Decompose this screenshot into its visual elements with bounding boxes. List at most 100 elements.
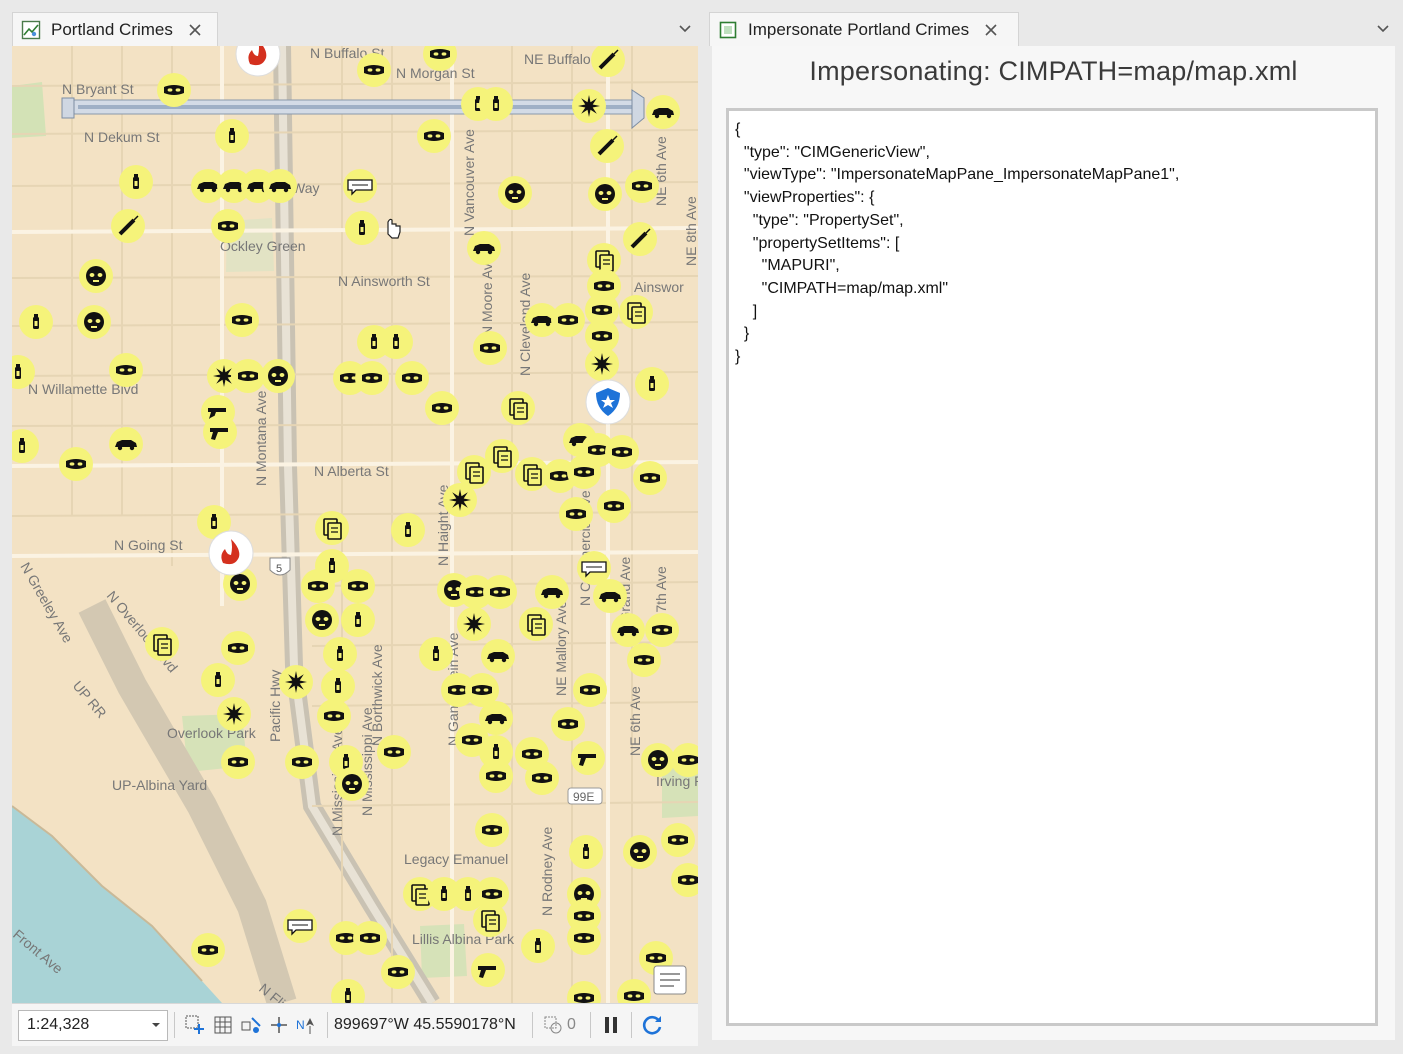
theft-mask-icon[interactable]: [417, 119, 451, 153]
police-station-icon[interactable]: [585, 379, 631, 425]
theft-mask-icon[interactable]: [285, 745, 319, 779]
theft-mask-icon[interactable]: [559, 497, 593, 531]
theft-mask-icon[interactable]: [191, 933, 225, 967]
theft-mask-icon[interactable]: [425, 391, 459, 425]
document-icon[interactable]: [473, 903, 507, 937]
document-icon[interactable]: [519, 607, 553, 641]
car-icon[interactable]: [646, 95, 680, 129]
car-icon[interactable]: [611, 613, 645, 647]
car-icon[interactable]: [535, 575, 569, 609]
burst-icon[interactable]: [279, 665, 313, 699]
theft-mask-icon[interactable]: [377, 735, 411, 769]
theft-mask-icon[interactable]: [573, 673, 607, 707]
pause-icon[interactable]: [597, 1011, 625, 1039]
theft-mask-icon[interactable]: [59, 447, 93, 481]
burst-icon[interactable]: [585, 347, 619, 381]
spray-can-icon[interactable]: [119, 165, 153, 199]
theft-mask-icon[interactable]: [567, 921, 601, 955]
assault-face-icon[interactable]: [79, 259, 113, 293]
burst-icon[interactable]: [443, 483, 477, 517]
theft-mask-icon[interactable]: [221, 745, 255, 779]
legend-icon[interactable]: [653, 965, 687, 995]
theft-mask-icon[interactable]: [627, 643, 661, 677]
crosshair-icon[interactable]: [265, 1011, 293, 1039]
spray-can-icon[interactable]: [479, 87, 513, 121]
spray-can-icon[interactable]: [419, 637, 453, 671]
fire-station-icon[interactable]: [208, 530, 254, 576]
burst-icon[interactable]: [457, 607, 491, 641]
theft-mask-icon[interactable]: [475, 813, 509, 847]
car-icon[interactable]: [109, 427, 143, 461]
map-svg[interactable]: N Buffalo St NE Buffalo N Morgan St N Br…: [12, 46, 698, 1003]
scale-dropdown[interactable]: 1:24,328: [18, 1009, 168, 1041]
assault-face-icon[interactable]: [588, 177, 622, 211]
theft-mask-icon[interactable]: [357, 53, 391, 87]
document-icon[interactable]: [315, 511, 349, 545]
theft-mask-icon[interactable]: [211, 209, 245, 243]
theft-mask-icon[interactable]: [381, 955, 415, 989]
theft-mask-icon[interactable]: [483, 575, 517, 609]
slider-start-handle[interactable]: [61, 97, 75, 119]
theft-mask-icon[interactable]: [597, 489, 631, 523]
theft-mask-icon[interactable]: [395, 361, 429, 395]
spray-can-icon[interactable]: [391, 513, 425, 547]
car-icon[interactable]: [263, 169, 297, 203]
theft-mask-icon[interactable]: [625, 169, 659, 203]
spray-can-icon[interactable]: [201, 663, 235, 697]
selection-icon[interactable]: [539, 1011, 567, 1039]
assault-face-icon[interactable]: [623, 835, 657, 869]
burst-icon[interactable]: [572, 89, 606, 123]
snapping-icon[interactable]: [237, 1011, 265, 1039]
theft-mask-icon[interactable]: [661, 823, 695, 857]
theft-mask-icon[interactable]: [353, 921, 387, 955]
chevron-down-icon[interactable]: [676, 20, 694, 38]
burst-icon[interactable]: [217, 697, 251, 731]
theft-mask-icon[interactable]: [301, 569, 335, 603]
spray-can-icon[interactable]: [569, 835, 603, 869]
tab-impersonate-portland-crimes[interactable]: Impersonate Portland Crimes: [709, 12, 1019, 46]
theft-mask-icon[interactable]: [157, 73, 191, 107]
spray-can-icon[interactable]: [323, 637, 357, 671]
car-icon[interactable]: [481, 639, 515, 673]
theft-mask-icon[interactable]: [109, 353, 143, 387]
spray-can-icon[interactable]: [215, 119, 249, 153]
document-icon[interactable]: [619, 295, 653, 329]
theft-mask-icon[interactable]: [317, 699, 351, 733]
theft-mask-icon[interactable]: [225, 303, 259, 337]
add-graphic-icon[interactable]: [181, 1011, 209, 1039]
map-canvas[interactable]: N Buffalo St NE Buffalo N Morgan St N Br…: [12, 46, 698, 1046]
close-icon[interactable]: [981, 20, 1001, 40]
spray-can-icon[interactable]: [635, 367, 669, 401]
car-icon[interactable]: [593, 579, 627, 613]
spray-can-icon[interactable]: [379, 325, 413, 359]
assault-face-icon[interactable]: [335, 767, 369, 801]
theft-mask-icon[interactable]: [551, 707, 585, 741]
close-icon[interactable]: [185, 20, 205, 40]
assault-face-icon[interactable]: [77, 305, 111, 339]
speech-icon[interactable]: [283, 909, 317, 943]
drug-syringe-icon[interactable]: [590, 129, 624, 163]
spray-can-icon[interactable]: [521, 929, 555, 963]
cim-json-textbox[interactable]: { "type": "CIMGenericView", "viewType": …: [726, 108, 1378, 1026]
theft-mask-icon[interactable]: [605, 435, 639, 469]
spray-can-icon[interactable]: [321, 669, 355, 703]
theft-mask-icon[interactable]: [231, 359, 265, 393]
drug-syringe-icon[interactable]: [623, 222, 657, 256]
assault-face-icon[interactable]: [641, 743, 675, 777]
spray-can-icon[interactable]: [19, 305, 53, 339]
gun-icon[interactable]: [203, 415, 237, 449]
document-icon[interactable]: [145, 627, 179, 661]
speech-icon[interactable]: [343, 169, 377, 203]
grid-icon[interactable]: [209, 1011, 237, 1039]
theft-mask-icon[interactable]: [221, 631, 255, 665]
theft-mask-icon[interactable]: [567, 455, 601, 489]
assault-face-icon[interactable]: [305, 603, 339, 637]
theft-mask-icon[interactable]: [341, 569, 375, 603]
gun-icon[interactable]: [471, 953, 505, 987]
spray-can-icon[interactable]: [345, 211, 379, 245]
tab-portland-crimes[interactable]: Portland Crimes: [12, 12, 218, 46]
car-icon[interactable]: [467, 231, 501, 265]
theft-mask-icon[interactable]: [525, 761, 559, 795]
theft-mask-icon[interactable]: [355, 361, 389, 395]
chevron-down-icon[interactable]: [1374, 20, 1392, 38]
